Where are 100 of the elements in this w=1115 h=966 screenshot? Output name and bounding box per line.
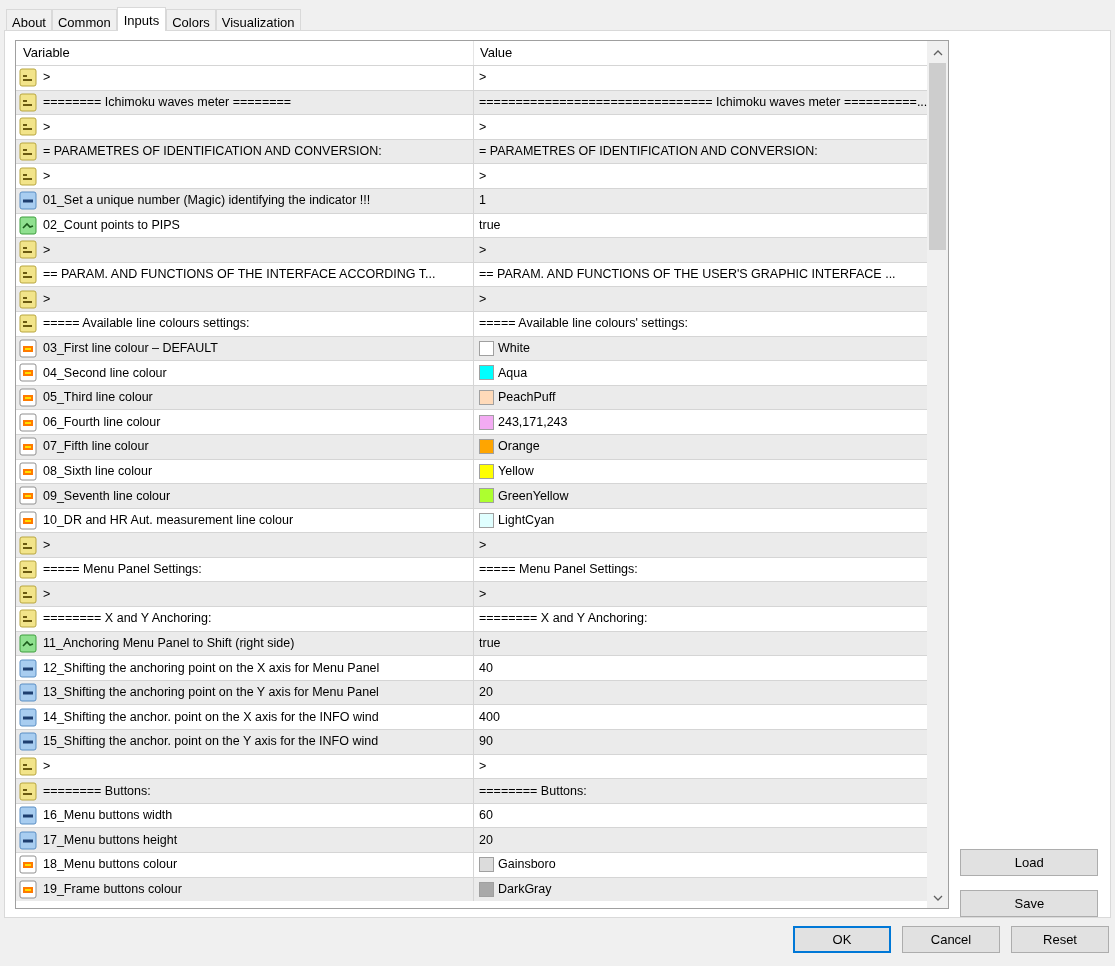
variable-name: 09_Seventh line colour bbox=[43, 487, 171, 505]
value-text[interactable]: ======== X and Y Anchoring: bbox=[479, 609, 648, 629]
value-text[interactable]: 400 bbox=[479, 707, 500, 727]
value-text[interactable]: ===== Available line colours' settings: bbox=[479, 314, 688, 334]
dialog-button[interactable]: Reset bbox=[1011, 926, 1109, 953]
side-button[interactable]: Load bbox=[960, 849, 1099, 876]
scroll-down-icon[interactable] bbox=[932, 894, 943, 902]
value-text[interactable]: == PARAM. AND FUNCTIONS OF THE USER'S GRAPHIC INTERFACE ... bbox=[479, 265, 896, 284]
variable-name: = PARAMETRES OF IDENTIFICATION AND CONVERSION: bbox=[43, 143, 382, 161]
color-type-icon bbox=[19, 461, 37, 481]
value-text[interactable]: DarkGray bbox=[498, 880, 552, 899]
text-type-icon bbox=[19, 166, 37, 186]
value-text[interactable]: > bbox=[479, 289, 487, 309]
side-button[interactable]: Save bbox=[960, 890, 1099, 917]
number-type-icon bbox=[19, 707, 37, 727]
variable-name: 16_Menu buttons width bbox=[43, 807, 173, 825]
text-type-icon bbox=[19, 314, 37, 334]
value-text[interactable]: > bbox=[479, 240, 487, 260]
tab[interactable]: Common bbox=[52, 9, 117, 30]
value-text[interactable]: ================================ Ichimoku waves meter ==========... bbox=[479, 93, 928, 112]
value-text[interactable]: Gainsboro bbox=[498, 855, 556, 875]
variable-name: 08_Sixth line colour bbox=[43, 462, 153, 480]
number-type-icon bbox=[19, 732, 37, 752]
value-text[interactable]: > bbox=[479, 584, 487, 604]
variable-name: ======== Buttons: bbox=[43, 782, 151, 800]
variable-name: ===== Available line colours settings: bbox=[43, 315, 250, 333]
variable-name: 14_Shifting the anchor. point on the X axis for the INFO wind bbox=[43, 708, 379, 726]
variable-name: > bbox=[43, 758, 51, 776]
variable-name: 13_Shifting the anchoring point on the Y axis for Menu Panel bbox=[43, 684, 379, 702]
color-type-icon bbox=[19, 511, 37, 530]
text-type-icon bbox=[19, 68, 37, 88]
value-text[interactable]: > bbox=[479, 535, 487, 555]
value-text[interactable]: 40 bbox=[479, 658, 493, 678]
text-type-icon bbox=[19, 781, 37, 801]
dialog-button[interactable]: Cancel bbox=[902, 926, 1000, 953]
variable-name: 02_Count points to PIPS bbox=[43, 217, 180, 234]
value-text[interactable]: PeachPuff bbox=[498, 388, 556, 407]
tab[interactable]: Inputs bbox=[116, 7, 167, 31]
variable-name: > bbox=[43, 69, 51, 87]
value-text[interactable]: 90 bbox=[479, 732, 493, 752]
text-type-icon bbox=[19, 240, 37, 260]
value-text[interactable]: = PARAMETRES OF IDENTIFICATION AND CONVERSION: bbox=[479, 142, 818, 161]
scrollbar[interactable] bbox=[927, 41, 949, 908]
value-text[interactable]: LightCyan bbox=[498, 511, 555, 530]
variable-name: 05_Third line colour bbox=[43, 389, 153, 407]
text-type-icon bbox=[19, 756, 37, 776]
value-text[interactable]: 20 bbox=[479, 830, 493, 850]
number-type-icon bbox=[19, 683, 37, 703]
dialog-button[interactable]: OK bbox=[793, 926, 891, 953]
variable-name: 18_Menu buttons colour bbox=[43, 856, 178, 874]
boolean-type-icon bbox=[19, 215, 37, 235]
color-type-icon bbox=[19, 879, 37, 899]
variable-name: ===== Menu Panel Settings: bbox=[43, 561, 202, 579]
value-text[interactable]: White bbox=[498, 338, 530, 358]
value-text[interactable]: ===== Menu Panel Settings: bbox=[479, 560, 638, 580]
boolean-type-icon bbox=[19, 633, 37, 653]
number-type-icon bbox=[19, 806, 37, 826]
variable-name: 06_Fourth line colour bbox=[43, 413, 161, 431]
text-type-icon bbox=[19, 535, 37, 555]
text-type-icon bbox=[19, 609, 37, 629]
value-text[interactable]: Yellow bbox=[498, 461, 534, 481]
value-text[interactable]: 1 bbox=[479, 191, 486, 211]
variable-name: > bbox=[43, 241, 51, 259]
text-type-icon bbox=[19, 265, 37, 285]
value-text[interactable]: > bbox=[479, 166, 487, 186]
tab[interactable]: Colors bbox=[166, 9, 216, 30]
value-text[interactable]: ======== Buttons: bbox=[479, 781, 587, 801]
color-type-icon bbox=[19, 388, 37, 407]
text-type-icon bbox=[19, 117, 37, 137]
value-text[interactable]: Aqua bbox=[498, 363, 528, 383]
value-text[interactable]: GreenYellow bbox=[498, 486, 569, 506]
scroll-up-icon[interactable] bbox=[932, 49, 943, 57]
variable-name: > bbox=[43, 536, 51, 554]
variable-name: ======== X and Y Anchoring: bbox=[43, 610, 212, 628]
value-text[interactable]: Orange bbox=[498, 437, 540, 457]
value-text[interactable]: true bbox=[479, 634, 501, 653]
value-text[interactable]: > bbox=[479, 68, 487, 88]
variable-name: > bbox=[43, 290, 51, 308]
variable-name: 15_Shifting the anchor. point on the Y axis for the INFO wind bbox=[43, 733, 379, 751]
value-text[interactable]: > bbox=[479, 757, 487, 776]
value-text[interactable]: 243,171,243 bbox=[498, 412, 568, 432]
number-type-icon bbox=[19, 830, 37, 850]
variable-name: 01_Set a unique number (Magic) identifying the indicator !!! bbox=[43, 192, 371, 210]
variable-name: 10_DR and HR Aut. measurement line colour bbox=[43, 512, 294, 530]
scroll-thumb[interactable] bbox=[929, 63, 947, 250]
value-text[interactable]: true bbox=[479, 216, 501, 235]
variable-name: 07_Fifth line colour bbox=[43, 438, 149, 456]
variable-name: ======== Ichimoku waves meter ======== bbox=[43, 94, 292, 111]
variable-name: 17_Menu buttons height bbox=[43, 831, 178, 849]
value-text[interactable]: 60 bbox=[479, 806, 493, 825]
value-text[interactable]: 20 bbox=[479, 683, 493, 702]
tab[interactable]: Visualization bbox=[215, 9, 301, 30]
tab[interactable]: About bbox=[6, 9, 52, 30]
column-header[interactable]: Value bbox=[474, 41, 928, 65]
color-type-icon bbox=[19, 486, 37, 506]
color-type-icon bbox=[19, 437, 37, 457]
variable-name: == PARAM. AND FUNCTIONS OF THE INTERFACE ACCORDING T... bbox=[43, 266, 436, 284]
variable-name: 04_Second line colour bbox=[43, 364, 167, 382]
value-text[interactable]: > bbox=[479, 117, 487, 137]
variable-name: > bbox=[43, 167, 51, 185]
